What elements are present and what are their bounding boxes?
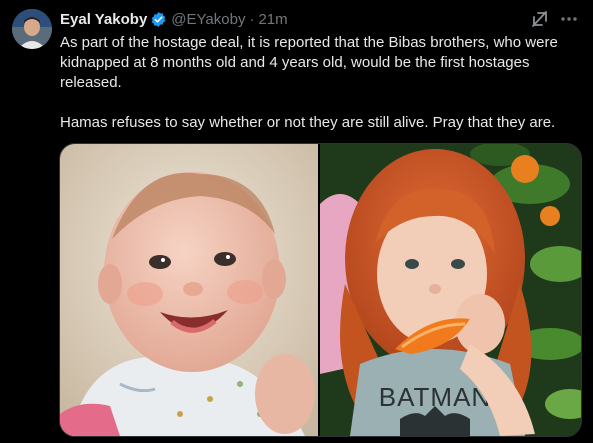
verified-badge-icon[interactable] [150,11,167,28]
media-photo-baby[interactable] [60,144,318,436]
separator-dot: · [249,10,255,28]
more-options-icon[interactable] [559,10,579,28]
tweet[interactable]: Eyal Yakoby @EYakoby · 21m As part of th… [0,0,593,443]
tweet-paragraph: As part of the hostage deal, it is repor… [60,34,558,91]
tweet-paragraph: Hamas refuses to say whether or not they… [60,114,556,131]
avatar[interactable] [12,9,52,49]
timestamp[interactable]: 21m [258,11,287,28]
tweet-header: Eyal Yakoby @EYakoby · 21m [60,9,288,29]
tweet-text: As part of the hostage deal, it is repor… [60,33,585,133]
author-name[interactable]: Eyal Yakoby [60,11,147,28]
grok-icon[interactable] [530,9,550,29]
media-photo-boy[interactable]: BATMAN [320,144,581,436]
media-grid: BATMAN [59,143,582,437]
author-handle[interactable]: @EYakoby [171,11,245,28]
